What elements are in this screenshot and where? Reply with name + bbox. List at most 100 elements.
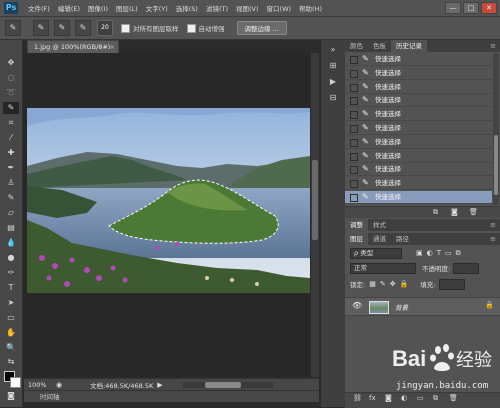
brush-size-picker[interactable]: 20 [97,20,113,36]
layer-filter-select[interactable]: ρ 类型 [350,247,402,259]
tab-channels[interactable]: 通道 [368,233,391,245]
menu-help[interactable]: 帮助(H) [295,3,326,13]
horizontal-scrollbar[interactable] [182,381,273,388]
lock-transparent-icon[interactable]: ▦ [369,280,376,288]
history-source-checkbox[interactable] [350,83,358,92]
menu-image[interactable]: 图像(I) [84,3,112,13]
history-item[interactable]: ✎ 快速选择 [345,122,492,135]
timeline-panel[interactable]: 时间轴 [24,390,319,402]
status-arrow-icon[interactable]: ▶ [157,381,162,389]
tab-styles[interactable]: 样式 [368,219,391,231]
pen-tool-icon[interactable]: ✑ [3,267,19,279]
filter-pixel-icon[interactable]: ▣ [416,249,423,257]
history-source-checkbox[interactable] [350,125,358,133]
close-button[interactable]: ✕ [481,2,497,14]
document-tab[interactable]: 1.jpg @ 100%(RGB/8#) × [27,40,119,53]
lasso-tool-icon[interactable]: ➰ [3,87,19,99]
menu-type[interactable]: 文字(Y) [142,3,172,13]
history-panel-icon[interactable]: ⊞ [326,60,340,72]
refine-edge-button[interactable]: 调整边缘 ... [236,21,287,35]
move-tool-icon[interactable]: ✥ [3,57,19,69]
history-item[interactable]: ✎ 快速选择 [345,94,492,108]
minimize-button[interactable]: — [445,2,461,14]
horizontal-scroll-thumb[interactable] [204,381,241,388]
eyedropper-tool-icon[interactable]: ⁄ [3,132,19,144]
subtract-selection-icon[interactable]: ✎ [75,20,91,36]
menu-file[interactable]: 文件(F) [24,3,54,13]
filter-type-icon[interactable]: T [437,249,441,257]
canvas-photo[interactable] [27,108,310,293]
blend-mode-select[interactable]: 正常 [350,262,416,274]
hand-tool-icon[interactable]: ✋ [3,327,19,339]
history-item[interactable]: ✎ 快速选择 [345,53,492,66]
lock-position-icon[interactable]: ✥ [390,280,396,288]
layers-menu-icon[interactable]: ≡ [490,233,500,245]
panel-menu-icon[interactable]: ≡ [490,40,500,52]
new-document-from-state-icon[interactable]: ⧉ [433,207,438,218]
healing-tool-icon[interactable]: ✚ [3,147,19,159]
history-source-checkbox[interactable] [350,138,358,147]
auto-enhance-checkbox[interactable] [186,23,196,33]
tab-swatches[interactable]: 色板 [368,40,391,52]
zoom-level[interactable]: 100% [24,381,56,389]
marquee-tool-icon[interactable]: ◌ [3,72,19,84]
tab-adjustments[interactable]: 调整 [345,219,368,231]
link-layers-icon[interactable]: ⛓ [353,393,362,404]
history-source-checkbox[interactable] [350,180,358,189]
zoom-tool-icon[interactable]: 🔍 [3,342,19,354]
crop-tool-icon[interactable]: ⌗ [3,117,19,129]
quick-selection-tool-icon[interactable]: ✎ [3,102,19,114]
gradient-tool-icon[interactable]: ▤ [3,222,19,234]
swap-colors-icon[interactable]: ⇆ [3,356,19,368]
sample-all-checkbox[interactable] [121,23,130,33]
adjust-menu-icon[interactable]: ≡ [490,219,500,231]
layer-row-background[interactable]: 👁 背景 🔒 [345,297,500,316]
menu-window[interactable]: 窗口(W) [263,3,296,13]
brush-tool-icon[interactable]: ✒ [3,162,19,174]
tab-color[interactable]: 颜色 [345,40,368,52]
add-selection-icon[interactable]: ✎ [54,20,70,36]
visibility-eye-icon[interactable]: 👁 [352,301,362,310]
eraser-tool-icon[interactable]: ▱ [3,207,19,219]
history-source-checkbox[interactable] [350,111,358,120]
tool-preset-icon[interactable]: ✎ [5,20,21,36]
properties-panel-icon[interactable]: ⊟ [326,92,340,104]
tab-layers[interactable]: 图层 [345,233,368,245]
history-item[interactable]: ✎ 快速选择 [345,108,492,122]
shape-tool-icon[interactable]: ▭ [3,312,19,324]
lock-all-icon[interactable]: 🔒 [400,280,409,288]
opacity-input[interactable] [453,262,480,274]
background-color-swatch[interactable] [10,377,21,388]
snapshot-icon[interactable]: ◙ [451,207,458,218]
vertical-scroll-thumb[interactable] [312,160,318,240]
history-brush-icon[interactable]: ✎ [3,192,19,204]
filter-adjust-icon[interactable]: ◐ [427,249,433,257]
history-source-checkbox[interactable] [350,69,358,78]
history-item[interactable]: ✎ 快速选择 [345,136,492,149]
filter-smart-icon[interactable]: ⧉ [456,249,461,258]
menu-select[interactable]: 选择(S) [172,3,202,13]
quick-mask-icon[interactable]: ◙ [3,390,19,402]
history-item[interactable]: ✎ 快速选择 [345,81,492,94]
history-source-checkbox[interactable] [350,97,358,106]
history-item[interactable]: ✎ 快速选择 [345,163,492,177]
lock-pixels-icon[interactable]: ✎ [380,280,386,288]
fill-input[interactable] [438,278,465,290]
tab-history[interactable]: 历史记录 [391,40,427,52]
history-source-checkbox[interactable] [350,152,358,161]
new-selection-icon[interactable]: ✎ [33,20,49,36]
history-item[interactable]: ✎ 快速选择 [345,67,492,80]
history-item[interactable]: ✎ 快速选择 [345,150,492,163]
history-item[interactable]: ✎ 快速选择 [345,177,492,191]
history-source-checkbox[interactable] [350,56,358,64]
menu-filter[interactable]: 滤镜(T) [202,3,232,13]
type-tool-icon[interactable]: T [3,282,19,294]
tab-paths[interactable]: 路径 [391,233,414,245]
path-selection-icon[interactable]: ➤ [3,297,19,309]
info-icon[interactable]: ◉ [56,381,62,389]
stamp-tool-icon[interactable]: ♙ [3,177,19,189]
menu-edit[interactable]: 编辑(E) [54,3,84,13]
filter-shape-icon[interactable]: ▭ [445,249,452,257]
dodge-tool-icon[interactable]: ● [3,252,19,264]
trash-icon[interactable]: 🗑 [469,207,478,218]
